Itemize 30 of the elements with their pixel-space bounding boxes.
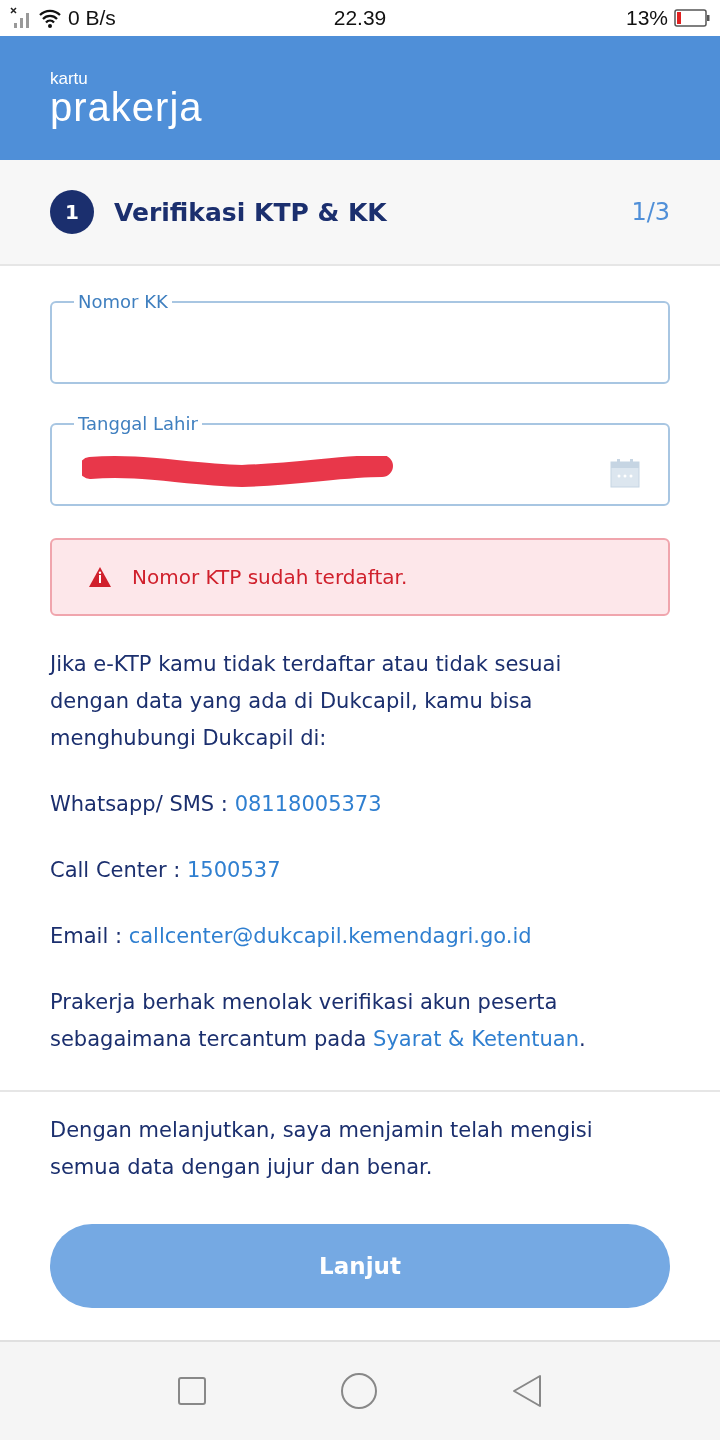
contact-link[interactable]: 08118005373 (234, 792, 382, 816)
date-field[interactable]: Tanggal Lahir (50, 414, 670, 506)
contact-line: Call Center : 1500537 (50, 857, 282, 884)
error-message: Nomor KTP sudah terdaftar. (132, 565, 408, 589)
network-speed: 0 B/s (68, 6, 116, 30)
clock: 22.39 (333, 6, 387, 30)
terms-paragraph: Prakerja berhak menolak verifikasi akun peserta sebagaimana tercantum pada Syarat & Ketentuan. (50, 989, 587, 1053)
warning-icon (88, 566, 112, 588)
input-field[interactable]: Nomor KK (50, 292, 670, 384)
contact-link[interactable]: callcenter@dukcapil.kemendagri.go.id (128, 924, 532, 948)
contact-link[interactable]: 1500537 (187, 858, 281, 882)
terms-link[interactable]: Syarat & Ketentuan (373, 1027, 579, 1051)
contact-line: Email : callcenter@dukcapil.kemendagri.go.id (50, 923, 533, 950)
field-label: Tanggal Lahir (77, 414, 199, 434)
recent-apps-icon[interactable] (176, 1376, 207, 1406)
agreement-text: Dengan melanjutkan, saya menjamin telah mengisi semua data dengan jujur dan benar. (50, 1117, 594, 1181)
back-icon[interactable] (511, 1374, 544, 1408)
battery-percentage: 13% (625, 6, 668, 30)
battery-icon (674, 8, 710, 28)
step-counter: 1/3 (631, 198, 670, 226)
signal-icon (10, 7, 32, 29)
home-icon[interactable] (340, 1372, 378, 1410)
field-label: Nomor KK (77, 292, 169, 312)
logo-caption: kartu (50, 69, 89, 87)
step-number: 1 (50, 190, 94, 234)
wifi-icon (38, 8, 62, 28)
info-paragraph: Jika e-KTP kamu tidak terdaftar atau tidak sesuai dengan data yang ada di Dukcapil, kamu bisa menghubungi Dukcapil di: (50, 651, 563, 752)
contact-line: Whatsapp/ SMS : 08118005373 (50, 791, 383, 818)
logo-wordmark: prakerja (50, 86, 203, 127)
step-title: Verifikasi KTP & KK (114, 197, 388, 227)
